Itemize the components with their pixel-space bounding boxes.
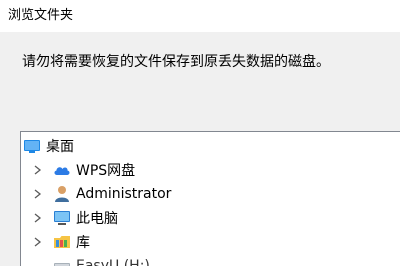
drive-icon [53,257,71,266]
tree-item-label: 桌面 [46,139,74,155]
tree-item-libraries[interactable]: 库 [31,230,90,254]
user-icon [53,185,71,203]
tree-item-this-pc[interactable]: 此电脑 [31,206,118,230]
tree-item-administrator[interactable]: Administrator [31,182,171,206]
chevron-placeholder [31,259,45,266]
computer-icon [53,209,71,227]
tree-item-desktop[interactable]: 桌面 [23,134,74,158]
desktop-icon [23,137,41,155]
dialog-title: 浏览文件夹 [8,8,74,23]
chevron-right-icon[interactable] [31,163,45,177]
instruction-text: 请勿将需要恢复的文件保存到原丢失数据的磁盘。 [22,54,330,70]
tree-item-easyu-drive[interactable]: EasyU (H:) [31,254,150,266]
library-icon [53,233,71,251]
tree-item-label: 库 [76,235,90,251]
title-bar: 浏览文件夹 [0,0,400,32]
chevron-right-icon[interactable] [31,235,45,249]
chevron-right-icon[interactable] [31,211,45,225]
tree-item-label: EasyU (H:) [76,258,150,266]
tree-item-label: 此电脑 [76,211,118,227]
chevron-right-icon[interactable] [31,187,45,201]
cloud-icon [53,161,71,179]
tree-item-wps-cloud[interactable]: WPS网盘 [31,158,135,182]
browse-folder-dialog: 浏览文件夹 请勿将需要恢复的文件保存到原丢失数据的磁盘。 桌面 WPS网盘 Ad… [0,0,400,266]
tree-item-label: WPS网盘 [76,163,136,179]
folder-tree[interactable]: 桌面 WPS网盘 Administrator 此电脑 库 EasyU (H:) [20,131,400,266]
tree-item-label: Administrator [76,186,172,202]
